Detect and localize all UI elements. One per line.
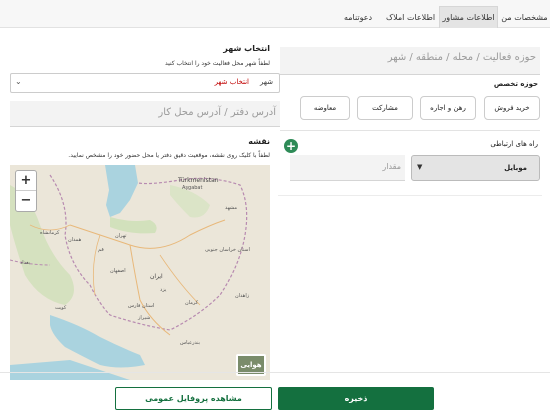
view-public-profile-button[interactable]: مشاهده پروفایل عمومی [115, 387, 272, 410]
area-placeholder: حوزه فعالیت / محله / منطقه / شهر [387, 52, 536, 63]
map-label: کرمان [185, 300, 199, 306]
specialty-exchange-button[interactable]: معاوضه [300, 96, 350, 120]
map-label: بندرعباس [180, 340, 201, 346]
tab-property-info[interactable]: اطلاعات املاک [383, 6, 438, 28]
amount-placeholder: مقدار [382, 162, 401, 171]
chevron-down-icon: ▼ [417, 163, 423, 171]
map-label: کرمانشاه [40, 230, 60, 236]
map-label: کویت [55, 305, 67, 311]
map-zoom-control: + − [15, 170, 37, 212]
city-hint: لطفاً شهر محل فعالیت خود را انتخاب کنید [165, 60, 270, 67]
map-section-title: نقشه [248, 137, 270, 146]
tab-bar: مشخصات من اطلاعات مشاور اطلاعات املاک دع… [0, 0, 550, 28]
city-select-label: شهر [260, 78, 273, 86]
map-label: استان فارس [128, 303, 155, 309]
tab-my-profile[interactable]: مشخصات من [499, 6, 550, 28]
city-select[interactable]: ⌄ انتخاب شهر شهر [10, 73, 280, 93]
tab-advisor-info[interactable]: اطلاعات مشاور [439, 6, 498, 28]
contact-title: راه های ارتباطی [490, 140, 538, 148]
map-tiles [10, 165, 270, 380]
map-label: تهران [115, 233, 127, 239]
add-contact-button[interactable]: + [284, 139, 298, 153]
contact-type-select[interactable]: ▼ موبایل [411, 155, 540, 181]
map-label: Türkmenistan [178, 177, 219, 184]
divider [280, 130, 540, 131]
map-label: ایران [150, 273, 163, 280]
map-label: استان خراسان جنوبی [205, 247, 250, 253]
map-label: یزد [160, 287, 167, 293]
city-select-value: انتخاب شهر [214, 78, 249, 86]
footer-divider [0, 372, 550, 373]
map-label: مشهد [225, 205, 238, 211]
address-input[interactable]: آدرس دفتر / آدرس محل کار [10, 101, 280, 127]
zoom-in-button[interactable]: + [16, 171, 36, 191]
map-label: اصفهان [110, 268, 126, 274]
card-edge [278, 195, 542, 203]
tab-invitation[interactable]: دعوتنامه [334, 6, 382, 28]
address-placeholder: آدرس دفتر / آدرس محل کار [158, 107, 276, 118]
contact-type-value: موبایل [504, 164, 527, 172]
map-label: Aşgabat [182, 185, 203, 191]
map-label: قم [98, 247, 104, 253]
area-input[interactable]: حوزه فعالیت / محله / منطقه / شهر [280, 47, 540, 75]
zoom-out-button[interactable]: − [16, 191, 36, 211]
map-label: همدان [68, 237, 82, 243]
chevron-down-icon: ⌄ [15, 77, 22, 86]
save-button[interactable]: ذخیره [278, 387, 434, 410]
map-hint: لطفاً با کلیک روی نقشه، موقعیت دقیق دفتر… [68, 152, 270, 159]
specialty-partnership-button[interactable]: مشارکت [357, 96, 413, 120]
specialty-rent-button[interactable]: رهن و اجاره [420, 96, 476, 120]
map-label: شیراز [138, 315, 151, 321]
specialty-title: حوزه تخصص [493, 80, 538, 88]
specialty-buy-sell-button[interactable]: خرید فروش [484, 96, 540, 120]
city-section-title: انتخاب شهر [223, 44, 270, 53]
location-map[interactable]: Türkmenistan Aşgabat مشهد تهران اصفهان ا… [10, 165, 270, 380]
map-label: زاهدان [235, 293, 250, 299]
contact-amount-input[interactable]: مقدار [290, 155, 405, 181]
map-label: بغداد [20, 260, 31, 266]
